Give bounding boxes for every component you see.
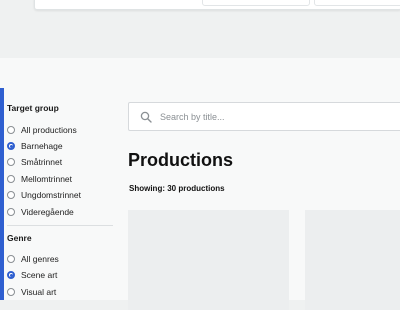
header-field[interactable] bbox=[202, 0, 310, 6]
radio-option-smatrinnet[interactable]: Småtrinnet bbox=[7, 156, 62, 168]
production-card[interactable] bbox=[128, 210, 289, 310]
radio-option-all-genres[interactable]: All genres bbox=[7, 253, 59, 265]
radio-label: Småtrinnet bbox=[21, 157, 63, 167]
radio-label: All genres bbox=[21, 254, 59, 264]
radio-label: Scene art bbox=[21, 270, 58, 280]
filter-divider bbox=[7, 225, 113, 226]
sidebar-accent-bar bbox=[0, 88, 4, 300]
radio-label: Visual art bbox=[21, 287, 57, 297]
radio-unchecked-icon bbox=[7, 255, 15, 263]
radio-option-scene-art[interactable]: Scene art bbox=[7, 269, 57, 281]
radio-unchecked-icon bbox=[7, 191, 15, 199]
search-icon bbox=[140, 111, 152, 123]
radio-unchecked-icon bbox=[7, 175, 15, 183]
radio-label: Barnehage bbox=[21, 141, 63, 151]
radio-label: Mellomtrinnet bbox=[21, 174, 73, 184]
page-title: Productions bbox=[128, 150, 234, 170]
search-input[interactable] bbox=[158, 110, 400, 123]
radio-unchecked-icon bbox=[7, 208, 15, 216]
genre-heading: Genre bbox=[7, 233, 32, 243]
production-card[interactable] bbox=[305, 210, 400, 310]
radio-option-visual-art[interactable]: Visual art bbox=[7, 286, 56, 298]
results-count: Showing: 30 productions bbox=[129, 184, 225, 193]
radio-option-videregaende[interactable]: Videregående bbox=[7, 206, 74, 218]
search-box[interactable] bbox=[128, 102, 400, 131]
radio-unchecked-icon bbox=[7, 288, 15, 296]
radio-option-all-productions[interactable]: All productions bbox=[7, 124, 77, 136]
target-group-heading: Target group bbox=[7, 103, 59, 113]
radio-label: Ungdomstrinnet bbox=[21, 190, 82, 200]
radio-label: All productions bbox=[21, 125, 77, 135]
radio-option-ungdomstrinnet[interactable]: Ungdomstrinnet bbox=[7, 189, 81, 201]
radio-checked-icon bbox=[7, 142, 15, 150]
radio-option-barnehage[interactable]: Barnehage bbox=[7, 140, 63, 152]
radio-unchecked-icon bbox=[7, 126, 15, 134]
radio-unchecked-icon bbox=[7, 158, 15, 166]
radio-option-mellomtrinnet[interactable]: Mellomtrinnet bbox=[7, 173, 72, 185]
header-field[interactable] bbox=[314, 0, 400, 6]
radio-label: Videregående bbox=[21, 207, 74, 217]
radio-checked-icon bbox=[7, 271, 15, 279]
